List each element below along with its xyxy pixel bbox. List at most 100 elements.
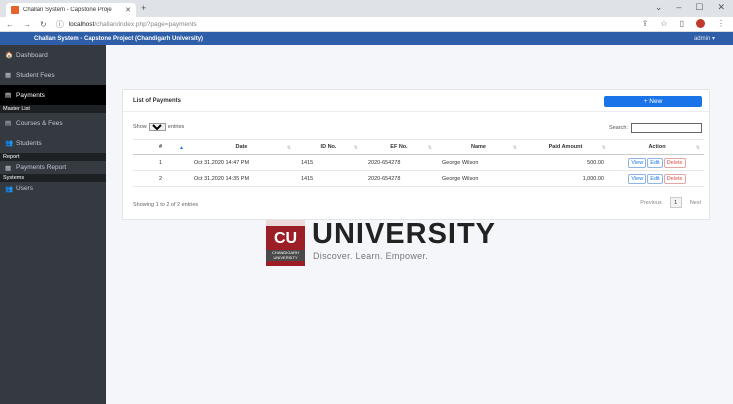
window-controls: ⌄ – ☐ ✕	[655, 2, 725, 13]
maximize-button[interactable]: ☐	[695, 2, 703, 13]
delete-button[interactable]: Delete	[663, 173, 686, 184]
users-icon: 👥	[5, 185, 14, 193]
cell-ef: 2020-654278	[362, 154, 436, 171]
col-header-date[interactable]: Date ⇅	[188, 139, 295, 155]
receipt-icon: ▤	[5, 92, 12, 99]
university-logo: CU CHANDIGARH UNIVERSITY	[266, 218, 305, 266]
list-icon: ▤	[5, 120, 12, 127]
share-icon[interactable]: ⇪	[642, 19, 649, 28]
report-icon: ▦	[5, 164, 12, 172]
card-title: List of Payments	[133, 98, 182, 104]
page-length-select[interactable]: 10	[148, 123, 166, 131]
col-header-id[interactable]: ID No. ⇅	[295, 139, 362, 155]
minimize-button[interactable]: –	[676, 2, 681, 13]
view-button[interactable]: View	[628, 173, 647, 184]
new-payment-button[interactable]: + New	[604, 96, 702, 107]
edit-button[interactable]: Edit	[647, 173, 663, 184]
sidebar-panel-icon[interactable]: ▯	[680, 19, 684, 28]
user-menu[interactable]: admin ▾	[694, 35, 715, 42]
sidebar-item-label: Student Fees	[16, 71, 55, 79]
previous-page-button[interactable]: Previous	[640, 200, 661, 206]
col-header-name[interactable]: Name ⇅	[436, 139, 521, 155]
logo-subtext: CHANDIGARH UNIVERSITY	[266, 250, 305, 261]
card-header: List of Payments + New	[123, 90, 709, 112]
table-info: Showing 1 to 2 of 2 entries	[133, 202, 199, 208]
delete-button[interactable]: Delete	[663, 157, 686, 168]
current-page-button[interactable]: 1	[669, 197, 682, 208]
entries-label: entries	[167, 124, 185, 130]
table-icon: ▦	[5, 72, 12, 79]
cell-actions: View Edit Delete	[610, 154, 704, 171]
address-bar: ← → ↻ ⓘ localhost/challan/index.php?page…	[0, 17, 733, 32]
sidebar-item-label: Dashboard	[16, 51, 48, 59]
cell-name: George Wilson	[436, 154, 521, 171]
cell-num: 1	[133, 154, 188, 171]
cell-amount: 500.00	[521, 154, 610, 171]
sidebar-item-student-fees[interactable]: ▦ Student Fees	[0, 65, 106, 85]
browser-tab[interactable]: Challan System - Capstone Proje ✕	[6, 3, 136, 17]
logo-wordmark: UNIVERSITY	[312, 218, 497, 250]
back-icon[interactable]: ←	[6, 20, 14, 29]
sidebar-item-courses[interactable]: ▤ Courses & Fees	[0, 113, 106, 133]
sidebar: 🏠 Dashboard ▦ Student Fees ▤ Payments Ma…	[0, 45, 106, 404]
col-header-ef[interactable]: EF No. ⇅	[362, 139, 436, 155]
reload-icon[interactable]: ↻	[40, 20, 47, 29]
sidebar-item-dashboard[interactable]: 🏠 Dashboard	[0, 45, 106, 65]
profile-avatar[interactable]	[696, 19, 705, 28]
app-title: Challan System - Capstone Project (Chand…	[34, 35, 204, 42]
payments-table: # ▲ Date ⇅ ID No. ⇅ EF No. ⇅ Name ⇅ Paid Amou…	[133, 139, 704, 187]
close-tab-icon[interactable]: ✕	[125, 6, 131, 14]
sidebar-section-report: Report	[0, 153, 106, 161]
col-header-num[interactable]: # ▲	[133, 139, 188, 155]
cell-date: Oct 31,2020 14:47 PM	[188, 154, 295, 171]
search-control: Search:	[609, 123, 702, 133]
cell-date: Oct 31,2020 14:35 PM	[188, 170, 295, 187]
page-length-control: Show 10 entries	[133, 123, 184, 131]
payments-card: List of Payments + New Show 10 entries S…	[122, 89, 710, 220]
sidebar-item-label: Users	[16, 185, 33, 192]
app-header: Challan System - Capstone Project (Chand…	[0, 32, 733, 45]
favicon-icon	[11, 6, 19, 14]
sidebar-item-label: Courses & Fees	[16, 119, 63, 127]
sidebar-item-payments[interactable]: ▤ Payments	[0, 85, 106, 105]
cell-num: 2	[133, 170, 188, 187]
logo-tagline: Discover. Learn. Empower.	[313, 251, 429, 261]
forward-icon[interactable]: →	[23, 20, 31, 29]
col-header-amount[interactable]: Paid Amount ⇅	[521, 139, 610, 155]
tab-title: Challan System - Capstone Proje	[23, 7, 112, 13]
cell-name: George Wilson	[436, 170, 521, 187]
new-tab-button[interactable]: +	[141, 3, 146, 13]
view-button[interactable]: View	[628, 157, 647, 168]
browser-tab-bar: Challan System - Capstone Proje ✕ + ⌄ – …	[0, 0, 733, 17]
show-label: Show	[133, 124, 147, 130]
col-header-action[interactable]: Action ⇅	[610, 139, 704, 155]
sidebar-item-label: Payments	[16, 91, 45, 99]
sidebar-section-master: Master List	[0, 105, 106, 113]
menu-kebab-icon[interactable]: ⋮	[717, 19, 725, 28]
sidebar-item-label: Students	[16, 139, 42, 147]
sidebar-item-payments-report[interactable]: ▦ Payments Report	[0, 161, 106, 174]
cell-id: 1415	[295, 154, 362, 171]
url-field[interactable]: localhost/challan/index.php?page=payment…	[69, 21, 197, 28]
sidebar-item-users[interactable]: 👥 Users	[0, 182, 106, 195]
site-info-icon[interactable]: ⓘ	[56, 19, 64, 30]
tab-search-icon[interactable]: ⌄	[655, 2, 663, 13]
dashboard-icon: 🏠	[5, 52, 14, 59]
table-header-row: # ▲ Date ⇅ ID No. ⇅ EF No. ⇅ Name ⇅ Paid Amou…	[133, 139, 704, 155]
logo-mark: CU	[273, 230, 298, 247]
cell-ef: 2020-654278	[362, 170, 436, 187]
search-input[interactable]	[631, 123, 702, 133]
edit-button[interactable]: Edit	[647, 157, 663, 168]
next-page-button[interactable]: Next	[690, 200, 701, 206]
cell-amount: 1,000.00	[521, 170, 610, 187]
bookmark-star-icon[interactable]: ☆	[660, 19, 667, 28]
sidebar-item-students[interactable]: 👥 Students	[0, 133, 106, 153]
pagination: Previous 1 Next	[640, 197, 701, 208]
close-window-button[interactable]: ✕	[717, 2, 725, 13]
sidebar-item-label: Payments Report	[16, 164, 67, 171]
table-row: 1 Oct 31,2020 14:47 PM 1415 2020-654278 …	[133, 154, 704, 171]
cell-actions: View Edit Delete	[610, 170, 704, 187]
users-icon: 👥	[5, 140, 14, 147]
table-row: 2 Oct 31,2020 14:35 PM 1415 2020-654278 …	[133, 170, 704, 187]
sidebar-section-systems: Systems	[0, 174, 106, 182]
